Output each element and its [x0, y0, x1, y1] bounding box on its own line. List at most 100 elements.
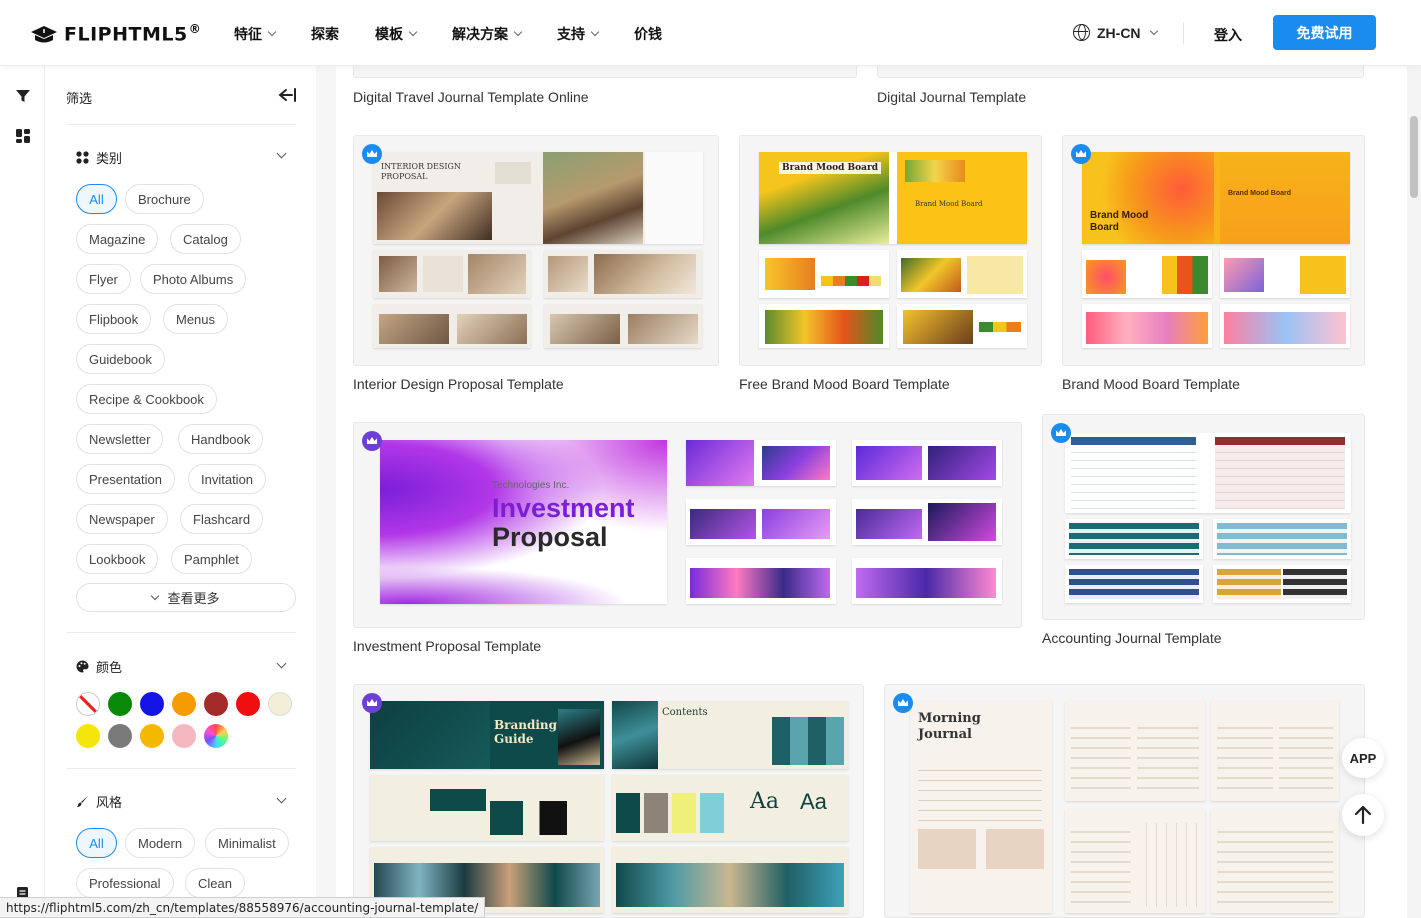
color-swatch[interactable] [140, 692, 164, 716]
color-swatch[interactable] [172, 724, 196, 748]
nav-support[interactable]: 支持 [557, 24, 600, 44]
premium-crown-icon [362, 693, 382, 713]
style-tag-all[interactable]: All [76, 828, 117, 858]
show-more-button[interactable]: 查看更多 [76, 583, 296, 612]
cover-company: Technologies Inc. [492, 480, 570, 491]
color-swatch[interactable] [172, 692, 196, 716]
category-tag-pamphlet[interactable]: Pamphlet [171, 544, 252, 574]
app-download-button[interactable]: APP [1342, 738, 1384, 778]
category-tag-photo-albums[interactable]: Photo Albums [140, 264, 247, 294]
color-swatch[interactable] [204, 692, 228, 716]
category-tag-newspaper[interactable]: Newspaper [76, 504, 168, 534]
category-icon [76, 151, 89, 164]
premium-crown-icon [362, 144, 382, 164]
login-link[interactable]: 登入 [1214, 25, 1242, 45]
style-tag-modern[interactable]: Modern [125, 828, 196, 858]
category-tag-flyer[interactable]: Flyer [76, 264, 131, 294]
premium-crown-icon [1071, 144, 1091, 164]
template-title[interactable]: Brand Mood Board Template [1062, 376, 1240, 392]
category-tag-all[interactable]: All [76, 184, 117, 214]
category-tag-guidebook[interactable]: Guidebook [76, 344, 165, 374]
chevron-down-icon[interactable] [276, 148, 287, 159]
logo[interactable]: FLIPHTML5® [30, 20, 201, 48]
template-title[interactable]: Investment Proposal Template [353, 638, 541, 654]
cover-line2: Proposal [492, 522, 608, 552]
category-tag-lookbook[interactable]: Lookbook [76, 544, 159, 574]
premium-crown-icon [362, 431, 382, 451]
grid-icon[interactable] [15, 128, 31, 144]
color-swatch-none[interactable] [76, 692, 100, 716]
cover-line2: Journal [918, 727, 972, 742]
color-swatch[interactable] [236, 692, 260, 716]
template-title[interactable]: Free Brand Mood Board Template [739, 376, 950, 392]
back-to-top-button[interactable] [1342, 794, 1384, 836]
category-tag-recipe-cookbook[interactable]: Recipe & Cookbook [76, 384, 217, 414]
template-card-accounting-journal[interactable] [1042, 414, 1365, 620]
template-card-free-brand-mood-board[interactable]: Brand Mood Board Brand Mood Board [739, 135, 1042, 366]
cover-title: Brand Mood Board [779, 162, 882, 174]
content-gutter [316, 66, 336, 918]
filter-title: 筛选 [66, 91, 93, 106]
divider [66, 768, 296, 769]
category-tag-brochure[interactable]: Brochure [125, 184, 204, 214]
template-card-investment-proposal[interactable]: Technologies Inc. Investment Proposal [353, 422, 1022, 628]
color-swatch[interactable] [108, 692, 132, 716]
color-swatch[interactable] [108, 724, 132, 748]
language-selector[interactable]: ZH-CN [1073, 24, 1158, 41]
style-tag-professional[interactable]: Professional [76, 868, 174, 898]
nav-pricing[interactable]: 价钱 [634, 24, 662, 44]
category-title: 类别 [96, 151, 123, 166]
category-tag-magazine[interactable]: Magazine [76, 224, 159, 254]
template-title[interactable]: Digital Travel Journal Template Online [353, 89, 589, 105]
color-section-header[interactable]: 颜色 [76, 657, 122, 676]
arrow-up-icon [1354, 805, 1372, 825]
free-trial-button[interactable]: 免费试用 [1273, 15, 1376, 50]
page-root: FLIPHTML5® 特征 探索 模板 解决方案 支持 价钱 ZH-CN 登入 … [0, 0, 1421, 918]
category-tag-flipbook[interactable]: Flipbook [76, 304, 152, 334]
color-swatch[interactable] [140, 724, 164, 748]
divider [66, 632, 296, 633]
color-swatch-multicolor[interactable] [204, 724, 228, 748]
color-swatch[interactable] [76, 724, 100, 748]
logo-book-icon [31, 26, 57, 43]
template-card-interior-design[interactable]: INTERIOR DESIGN PROPOSAL [353, 135, 719, 366]
nav-solutions[interactable]: 解决方案 [452, 24, 523, 44]
category-tag-catalog[interactable]: Catalog [170, 224, 241, 254]
style-tag-minimalist[interactable]: Minimalist [205, 828, 289, 858]
template-title[interactable]: Interior Design Proposal Template [353, 376, 564, 392]
globe-icon [1073, 24, 1090, 41]
cover-title: Brand Mood Board [1228, 190, 1291, 197]
template-card-morning-journal[interactable]: Morning Journal [884, 684, 1365, 918]
template-card-branding-guide[interactable]: Branding Guide Contents Aa Aa [353, 684, 864, 918]
color-swatch[interactable] [268, 692, 292, 716]
style-title: 风格 [96, 795, 123, 810]
template-title[interactable]: Accounting Journal Template [1042, 630, 1222, 646]
filter-icon[interactable] [15, 88, 31, 104]
nav-explore[interactable]: 探索 [311, 24, 339, 44]
left-rail [0, 66, 45, 918]
nav-templates[interactable]: 模板 [375, 24, 418, 44]
chevron-down-icon[interactable] [276, 658, 287, 669]
category-tag-flashcard[interactable]: Flashcard [180, 504, 264, 534]
divider [66, 124, 296, 125]
chevron-down-icon[interactable] [276, 793, 287, 804]
category-tag-presentation[interactable]: Presentation [76, 464, 175, 494]
category-section-header[interactable]: 类别 [76, 148, 122, 167]
category-tag-invitation[interactable]: Invitation [188, 464, 267, 494]
template-card-brand-mood-board[interactable]: Brand Mood Board Brand Mood Board [1062, 135, 1365, 366]
chevron-down-icon [590, 27, 600, 37]
scrollbar-thumb[interactable] [1410, 116, 1418, 198]
status-bar-url: https://fliphtml5.com/zh_cn/templates/88… [0, 897, 486, 918]
nav-features[interactable]: 特征 [234, 24, 277, 44]
category-tag-newsletter[interactable]: Newsletter [76, 424, 164, 454]
chevron-down-icon [513, 27, 523, 37]
palette-icon [76, 660, 89, 673]
category-tag-menus[interactable]: Menus [163, 304, 229, 334]
logo-text: FLIPHTML5® [64, 22, 202, 46]
style-tag-clean[interactable]: Clean [185, 868, 245, 898]
collapse-sidebar-icon[interactable] [277, 88, 297, 102]
style-section-header[interactable]: 风格 [76, 792, 122, 811]
premium-crown-icon [893, 693, 913, 713]
category-tag-handbook[interactable]: Handbook [178, 424, 264, 454]
template-title[interactable]: Digital Journal Template [877, 89, 1026, 105]
